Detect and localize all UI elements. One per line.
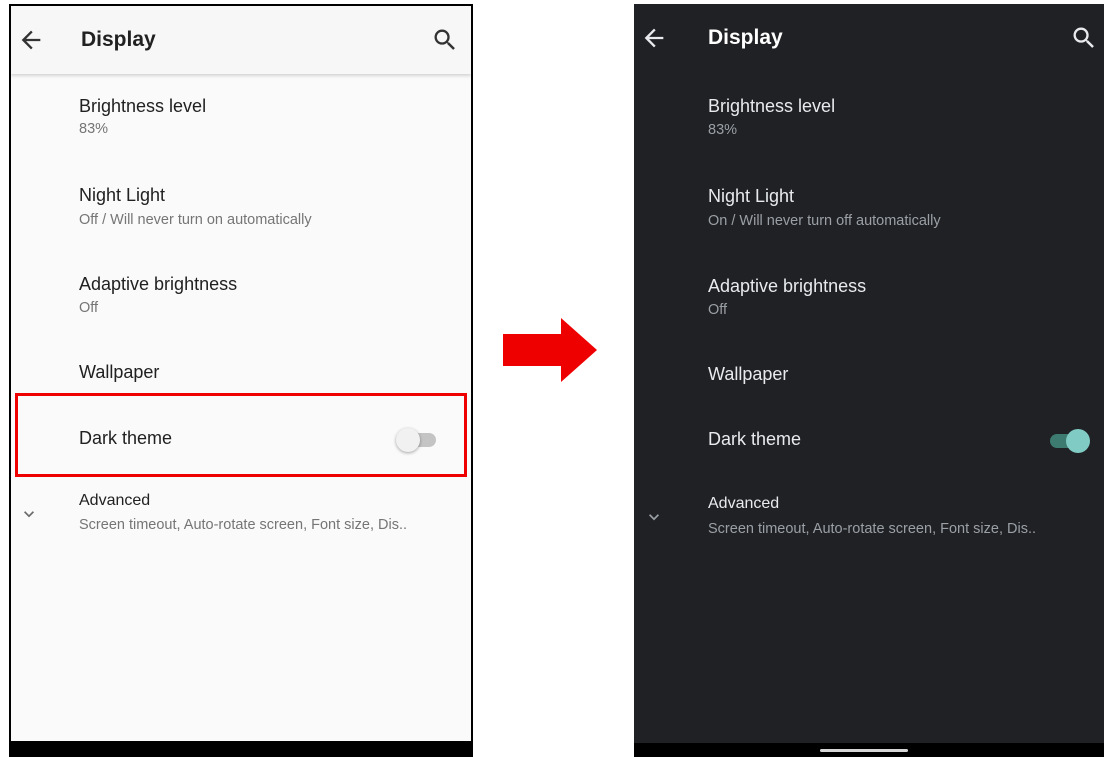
night-light-item[interactable]: Night Light Off / Will never turn on aut…: [11, 183, 471, 247]
light-settings-screen: Display Brightness level 83% Night Light…: [9, 4, 473, 757]
item-subtitle: Off: [79, 300, 99, 316]
item-title: Night Light: [79, 185, 166, 205]
item-title: Wallpaper: [79, 362, 160, 382]
item-title: Brightness level: [79, 96, 207, 116]
system-nav-bar: [11, 741, 471, 757]
system-nav-bar: [634, 743, 1104, 757]
app-bar: Display: [634, 4, 1104, 72]
page-title: Display: [708, 26, 783, 49]
dark-theme-item[interactable]: Dark theme: [634, 412, 1104, 472]
item-title: Brightness level: [708, 96, 836, 116]
adaptive-brightness-item[interactable]: Adaptive brightness Off: [634, 274, 1104, 338]
dark-theme-toggle[interactable]: [1046, 428, 1090, 454]
chevron-down-icon: [649, 514, 659, 521]
item-subtitle: On / Will never turn off automatically: [708, 213, 941, 229]
dark-theme-highlight: [15, 393, 467, 477]
item-subtitle: 83%: [708, 122, 738, 138]
toggle-thumb: [1066, 429, 1090, 453]
page-title: Display: [81, 28, 156, 51]
item-subtitle: Off: [708, 302, 728, 318]
brightness-level-item[interactable]: Brightness level 83%: [11, 94, 471, 158]
search-icon[interactable]: [431, 26, 459, 54]
advanced-item[interactable]: Advanced Screen timeout, Auto-rotate scr…: [11, 490, 471, 554]
item-subtitle: Screen timeout, Auto-rotate screen, Font…: [79, 517, 408, 533]
gesture-handle[interactable]: [820, 749, 908, 752]
item-subtitle: 83%: [79, 121, 109, 137]
item-subtitle: Screen timeout, Auto-rotate screen, Font…: [708, 521, 1037, 537]
item-subtitle: Off / Will never turn on automatically: [79, 212, 312, 228]
search-icon[interactable]: [1070, 24, 1098, 52]
app-bar: Display: [11, 6, 471, 74]
chevron-down-icon: [24, 511, 34, 518]
item-title: Adaptive brightness: [708, 276, 867, 296]
item-title: Night Light: [708, 186, 795, 206]
night-light-item[interactable]: Night Light On / Will never turn off aut…: [634, 184, 1104, 248]
arrow-back-icon[interactable]: [640, 24, 668, 52]
item-title: Adaptive brightness: [79, 274, 238, 294]
adaptive-brightness-item[interactable]: Adaptive brightness Off: [11, 272, 471, 336]
wallpaper-item[interactable]: Wallpaper: [634, 360, 1104, 406]
item-title: Advanced: [79, 492, 151, 509]
brightness-level-item[interactable]: Brightness level 83%: [634, 94, 1104, 158]
dark-settings-screen: Display Brightness level 83% Night Light…: [634, 4, 1104, 757]
item-title: Advanced: [708, 495, 780, 512]
arrow-back-icon[interactable]: [17, 26, 45, 54]
advanced-item[interactable]: Advanced Screen timeout, Auto-rotate scr…: [634, 494, 1104, 558]
item-title: Wallpaper: [708, 364, 789, 384]
item-title: Dark theme: [708, 429, 802, 449]
right-arrow-icon: [503, 318, 597, 382]
